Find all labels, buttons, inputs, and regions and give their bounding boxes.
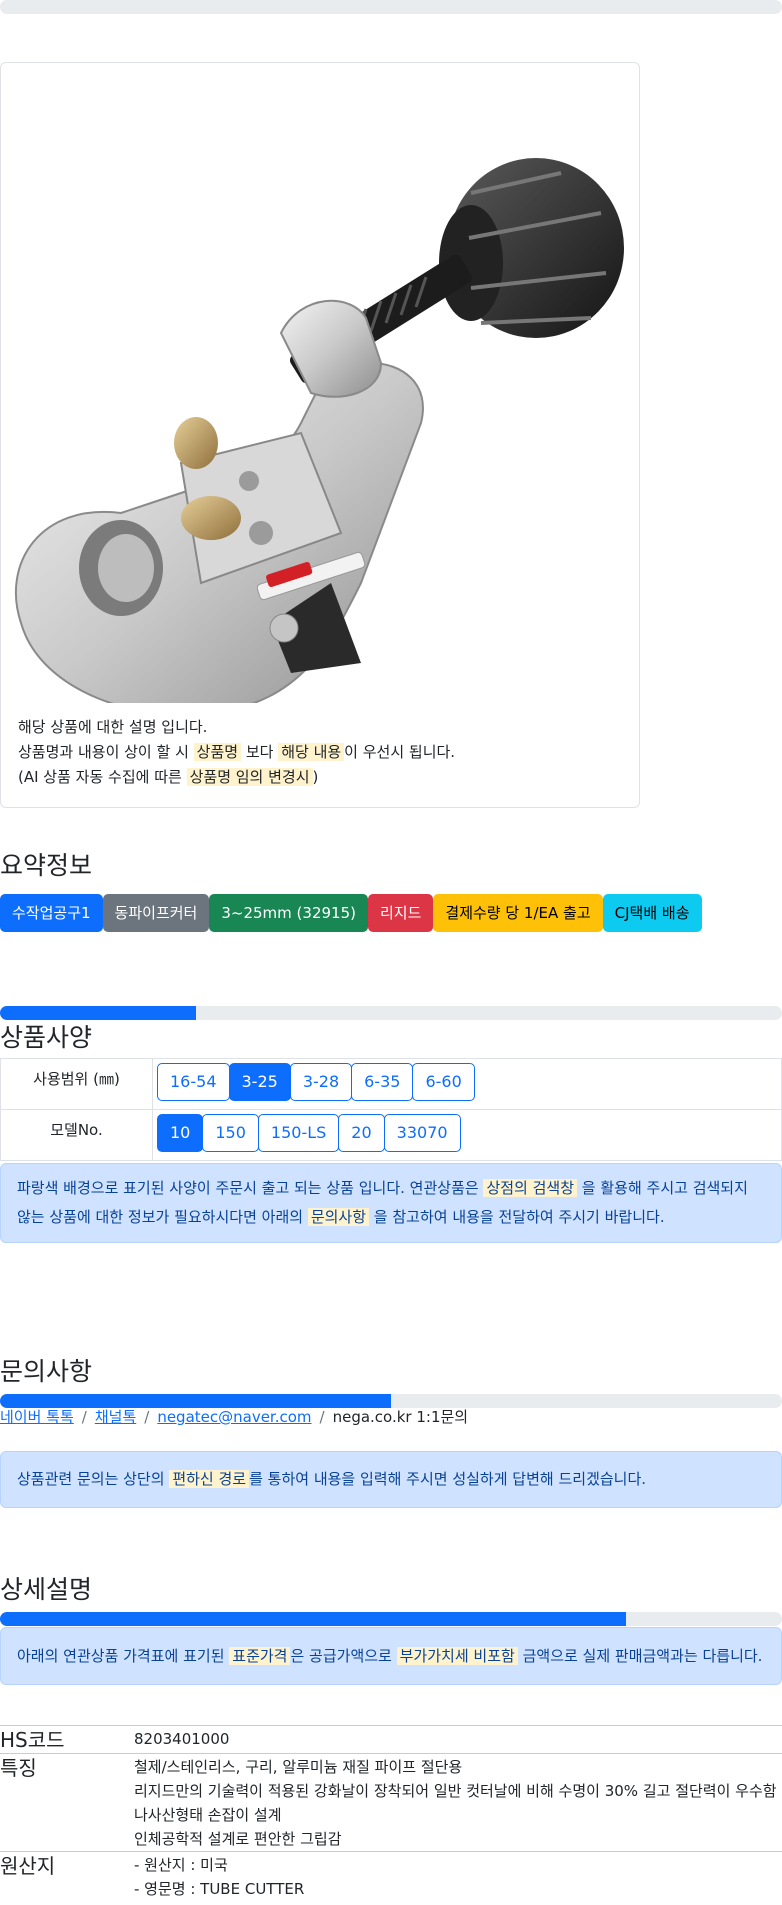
spec-label: 사용범위 (㎜): [0, 1058, 153, 1110]
spec-label: 모델No.: [0, 1109, 153, 1161]
notice-text: 금액으로 실제 판매금액과는 다릅니다.: [517, 1647, 763, 1665]
spec-option-button[interactable]: 6-60: [412, 1063, 475, 1101]
detail-row: 특징 철제/스테인리스, 구리, 알루미늄 재질 파이프 절단용리지드만의 기술력…: [0, 1753, 782, 1852]
description-line: 해당 상품에 대한 설명 입니다.: [18, 715, 455, 740]
spec-row: 모델No. 10 150 150-LS 20 33070: [0, 1109, 782, 1161]
inquiry-notice: 상품관련 문의는 상단의 편하신 경로 를 통하여 내용을 입력해 주시면 성실하…: [0, 1451, 782, 1508]
spec-table: 사용범위 (㎜) 16-54 3-25 3-28 6-35 6-60 모델No. 10 150 1…: [0, 1058, 782, 1161]
notice-text: 이 우선시 됩니다.: [344, 743, 456, 761]
highlight-text: 편하신 경로: [169, 1470, 250, 1488]
notice-text: 해당 상품에 대한 설명 입니다.: [18, 718, 208, 736]
detail-key: HS코드: [0, 1725, 134, 1754]
detail-line: 나사산형태 손잡이 설계: [134, 1806, 282, 1824]
inquiry-link[interactable]: negatec@naver.com: [157, 1408, 311, 1426]
notice-text: 상품명과 내용이 상이 할 시: [18, 743, 194, 761]
highlight-text: 상점의 검색창: [483, 1179, 578, 1197]
detail-line: - 영문명 : TUBE CUTTER: [134, 1880, 305, 1898]
detail-key: 원산지: [0, 1851, 134, 1901]
summary-tag: 결제수량 당 1/EA 출고: [433, 894, 603, 932]
spec-options: 10 150 150-LS 20 33070: [152, 1109, 782, 1161]
summary-tag: 리지드: [367, 894, 434, 932]
spec-option-button[interactable]: 33070: [383, 1114, 461, 1152]
detail-table: HS코드 8203401000 특징 철제/스테인리스, 구리, 알루미늄 재질 파이…: [0, 1725, 782, 1901]
highlight-text: 해당 내용: [278, 743, 345, 761]
notice-text: ): [312, 768, 319, 786]
spec-option-button[interactable]: 10: [157, 1114, 204, 1152]
separator: /: [81, 1408, 87, 1426]
top-progress-bar: [0, 0, 782, 14]
notice-text: 보다: [241, 743, 279, 761]
summary-tags: 수작업공구1 동파이프커터 3~25mm (32915) 리지드 결제수량 당 1/EA…: [0, 894, 702, 932]
spec-option-button[interactable]: 20: [338, 1114, 385, 1152]
notice-text: 아래의 연관상품 가격표에 표기된: [17, 1647, 230, 1665]
detail-line: 철제/스테인리스, 구리, 알루미늄 재질 파이프 절단용: [134, 1758, 463, 1776]
detail-progress-fill: [0, 1612, 626, 1626]
separator: /: [144, 1408, 150, 1426]
spec-option-button[interactable]: 3-28: [289, 1063, 353, 1101]
spec-option-button[interactable]: 150: [202, 1114, 259, 1152]
notice-text: 상품관련 문의는 상단의: [17, 1470, 170, 1488]
highlight-text: 상품명 임의 변경시: [186, 768, 313, 786]
highlight-text: 문의사항: [307, 1208, 370, 1226]
spec-title: 상품사양: [0, 1023, 93, 1052]
product-image-card: 해당 상품에 대한 설명 입니다. 상품명과 내용이 상이 할 시 상품명 보다 …: [0, 62, 640, 808]
detail-line: - 원산지 : 미국: [134, 1856, 228, 1874]
detail-notice: 아래의 연관상품 가격표에 표기된 표준가격 은 공급가액으로 부가가치세 비포함…: [0, 1627, 782, 1685]
spec-options: 16-54 3-25 3-28 6-35 6-60: [152, 1058, 782, 1110]
summary-tag: CJ택배 배송: [602, 894, 702, 932]
spec-option-button[interactable]: 150-LS: [257, 1114, 340, 1152]
notice-text: 파랑색 배경으로 표기된 사양이 주문시 출고 되는 상품 입니다. 연관상품은: [17, 1179, 484, 1197]
inquiry-title: 문의사항: [0, 1357, 93, 1386]
notice-text: (AI 상품 자동 수집에 따른: [18, 768, 187, 786]
detail-value: 철제/스테인리스, 구리, 알루미늄 재질 파이프 절단용리지드만의 기술력이 …: [134, 1753, 782, 1852]
detail-row: HS코드 8203401000: [0, 1725, 782, 1754]
detail-title: 상세설명: [0, 1575, 93, 1604]
detail-value: - 원산지 : 미국 - 영문명 : TUBE CUTTER: [134, 1851, 782, 1901]
image-description: 해당 상품에 대한 설명 입니다. 상품명과 내용이 상이 할 시 상품명 보다 …: [18, 715, 455, 790]
summary-tag: 동파이프커터: [102, 894, 210, 932]
inquiry-plain-channel: nega.co.kr 1:1문의: [332, 1408, 469, 1426]
description-line: (AI 상품 자동 수집에 따른 상품명 임의 변경시): [18, 765, 455, 790]
inquiry-link[interactable]: 네이버 톡톡: [0, 1408, 74, 1426]
detail-line: 인체공학적 설계로 편안한 그립감: [134, 1830, 342, 1848]
detail-progress-bar: [0, 1612, 782, 1626]
product-image-tube-cutter: [15, 158, 624, 703]
notice-text: 은 공급가액으로: [290, 1647, 397, 1665]
summary-tag: 수작업공구1: [0, 894, 103, 932]
description-line: 상품명과 내용이 상이 할 시 상품명 보다 해당 내용 이 우선시 됩니다.: [18, 740, 455, 765]
spec-notice: 파랑색 배경으로 표기된 사양이 주문시 출고 되는 상품 입니다. 연관상품은…: [0, 1163, 782, 1243]
detail-row: 원산지 - 원산지 : 미국 - 영문명 : TUBE CUTTER: [0, 1851, 782, 1901]
spec-progress-bar: [0, 1006, 782, 1020]
detail-key: 특징: [0, 1753, 134, 1852]
spec-option-button[interactable]: 6-35: [351, 1063, 414, 1101]
inquiry-link[interactable]: 채널톡: [95, 1408, 136, 1426]
highlight-text: 상품명: [193, 743, 242, 761]
inquiry-channels: 네이버 톡톡 / 채널톡 / negatec@naver.com / nega.co.kr …: [0, 1406, 468, 1427]
detail-value: 8203401000: [134, 1725, 782, 1754]
detail-line: 8203401000: [134, 1730, 230, 1748]
summary-tag: 3~25mm (32915): [209, 894, 368, 932]
spec-row: 사용범위 (㎜) 16-54 3-25 3-28 6-35 6-60: [0, 1058, 782, 1110]
highlight-text: 부가가치세 비포함: [396, 1647, 518, 1665]
highlight-text: 표준가격: [229, 1647, 291, 1665]
notice-text: 를 통하여 내용을 입력해 주시면 성실하게 답변해 드리겠습니다.: [249, 1470, 647, 1488]
separator: /: [319, 1408, 325, 1426]
summary-title: 요약정보: [0, 851, 93, 880]
knob-icon: [439, 158, 624, 338]
detail-line: 리지드만의 기술력이 적용된 강화날이 장착되어 일반 컷터날에 비해 수명이 …: [134, 1782, 777, 1800]
spec-option-button[interactable]: 16-54: [157, 1063, 230, 1101]
notice-text: 을 참고하여 내용을 전달하여 주시기 바랍니다.: [369, 1208, 665, 1226]
spec-option-button[interactable]: 3-25: [228, 1063, 291, 1101]
